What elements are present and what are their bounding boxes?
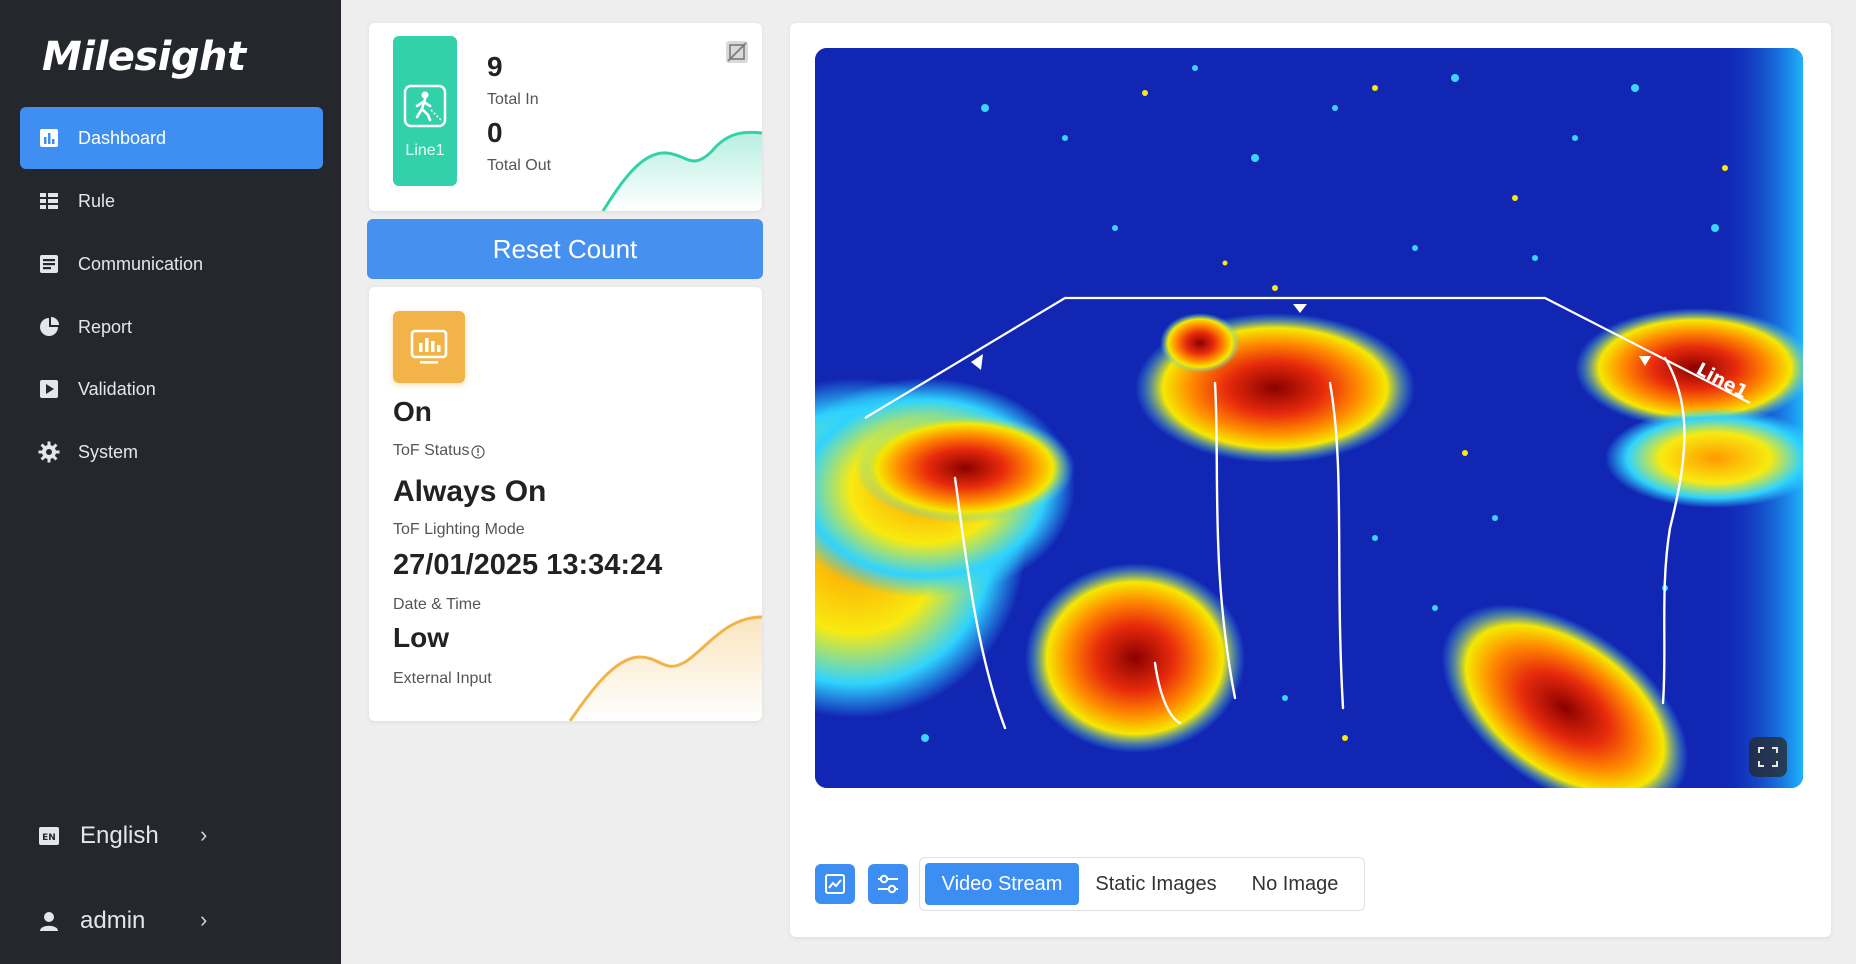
total-in-value: 9 [487,51,503,82]
reset-count-button[interactable]: Reset Count [367,219,763,279]
language-label: English [80,822,159,849]
svg-text:EN: EN [42,833,56,843]
sidebar-item-label: Dashboard [78,127,167,148]
sidebar-item-system[interactable]: System [20,421,323,483]
external-input-value: Low [393,622,449,653]
image-mode-segmented-control: Video Stream Static Images No Image [919,857,1365,911]
language-selector[interactable]: EN English › [20,808,323,864]
user-label: admin [80,907,146,934]
datetime-value: 27/01/2025 13:34:24 [393,549,663,581]
image-off-icon[interactable] [724,39,750,65]
sidebar-item-report[interactable]: Report [20,296,323,358]
dashboard-icon [38,127,60,149]
play-square-icon [38,378,60,400]
walking-person-icon [403,84,447,128]
chevron-right-icon: › [200,907,208,932]
tab-video-stream[interactable]: Video Stream [925,863,1079,905]
tof-video-stream[interactable]: Line1 [815,48,1803,788]
line-label: Line1 [405,142,445,159]
pie-chart-icon [38,316,60,338]
sidebar: Milesight Dashboard Rule Communication R… [0,0,341,964]
sliders-icon [878,874,898,894]
chart-view-button[interactable] [815,864,855,904]
trend-sparkline-orange [568,615,762,721]
user-menu[interactable]: admin › [20,893,323,949]
milesight-logo: Milesight [42,34,246,80]
sidebar-item-label: Communication [78,253,204,274]
total-out-label: Total Out [487,157,552,174]
sidebar-item-dashboard[interactable]: Dashboard [20,107,323,169]
sidebar-item-label: Report [78,316,133,337]
tof-status-label: ToF Status [393,442,470,459]
info-icon[interactable] [471,445,485,459]
gear-icon [38,441,60,463]
fullscreen-button[interactable] [1749,737,1787,777]
trend-sparkline [601,130,762,211]
sidebar-item-label: Validation [78,378,156,399]
total-in-label: Total In [487,91,539,108]
rule-icon [38,190,60,212]
sidebar-item-label: Rule [78,190,116,211]
sidebar-item-validation[interactable]: Validation [20,358,323,420]
sidebar-item-communication[interactable]: Communication [20,233,323,295]
total-out-value: 0 [487,117,503,148]
sidebar-item-rule[interactable]: Rule [20,170,323,232]
device-status-card: On ToF Status Always On ToF Lighting Mod… [369,287,762,721]
line-chart-icon [825,874,845,894]
depth-heatmap-image: Line1 [815,48,1803,788]
chevron-right-icon: › [200,822,208,847]
line-tile[interactable]: Line1 [393,36,457,186]
lighting-mode-label: ToF Lighting Mode [393,521,525,538]
external-input-label: External Input [393,670,492,687]
datetime-label: Date & Time [393,596,482,613]
tab-no-image[interactable]: No Image [1230,863,1360,905]
people-count-card: Line1 9 Total In 0 Total Out [369,23,762,211]
communication-icon [38,253,60,275]
lighting-mode-value: Always On [393,475,547,508]
tof-status-value: On [393,396,432,427]
en-icon: EN [38,825,60,847]
settings-sliders-button[interactable] [868,864,908,904]
user-icon [38,910,60,932]
tab-static-images[interactable]: Static Images [1086,863,1226,905]
sidebar-item-label: System [78,441,139,462]
monitor-chart-icon [393,311,465,383]
fullscreen-icon [1758,747,1778,767]
video-panel: Line1 [790,23,1831,937]
